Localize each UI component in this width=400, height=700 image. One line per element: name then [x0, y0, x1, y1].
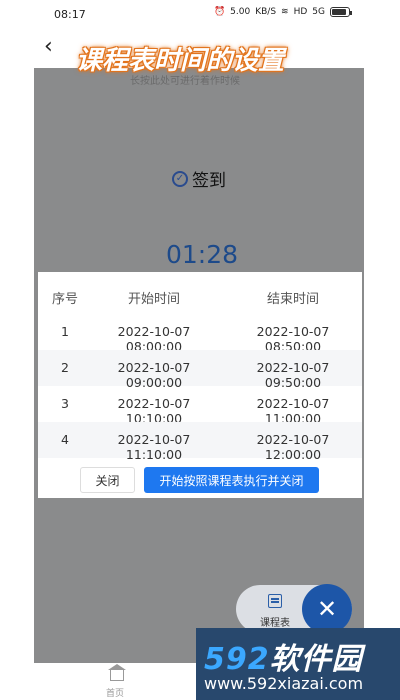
countdown-timer: 01:28 — [166, 240, 239, 269]
home-tab-label[interactable]: 首页 — [106, 686, 124, 699]
table-row: 3 2022-10-07 10:10:00 2022-10-07 11:00:0… — [38, 386, 362, 426]
row-start: 2022-10-07 11:10:00 — [117, 432, 191, 462]
status-time: 08:17 — [54, 8, 86, 21]
table-header: 序号 开始时间 结束时间 — [38, 272, 362, 318]
overlay-title: 课程表时间的设置 — [76, 46, 285, 76]
schedule-dialog: 序号 开始时间 结束时间 1 2022-10-07 08:00:00 2022-… — [38, 272, 362, 498]
status-icons: ⏰ 5.00 KB/S ≋ HD 5G — [213, 7, 352, 17]
alarm-icon: ⏰ — [213, 7, 226, 17]
row-index: 4 — [61, 432, 69, 447]
row-index: 2 — [61, 360, 69, 375]
sign-in-label: 签到 — [192, 171, 226, 191]
back-arrow-icon[interactable]: ‹ — [44, 36, 53, 58]
close-button[interactable]: 关闭 — [80, 467, 135, 493]
table-row: 4 2022-10-07 11:10:00 2022-10-07 12:00:0… — [38, 422, 362, 462]
table-row: 2 2022-10-07 09:00:00 2022-10-07 09:50:0… — [38, 350, 362, 390]
schedule-fab-label[interactable]: 课程表 — [260, 614, 290, 629]
bottom-nav — [0, 663, 200, 700]
status-bar: 08:17 ⏰ 5.00 KB/S ≋ HD 5G — [0, 0, 400, 28]
watermark-logo: 592软件园 www.592xiazai.com — [196, 628, 400, 700]
header-index: 序号 — [51, 292, 78, 307]
watermark-brand: 592软件园 — [204, 642, 363, 677]
speed-unit: KB/S — [255, 7, 277, 17]
speed-readout: 5.00 — [230, 7, 251, 17]
row-index: 3 — [61, 396, 69, 411]
watermark-url: www.592xiazai.com — [204, 674, 364, 693]
close-icon: ✕ — [316, 595, 338, 623]
close-fab-button[interactable]: ✕ — [302, 584, 352, 634]
header-end: 结束时间 — [266, 292, 319, 307]
schedule-list-icon[interactable] — [268, 594, 282, 608]
battery-icon — [330, 7, 352, 17]
wifi-icon: ≋ — [281, 7, 289, 17]
sign-in-row[interactable]: ✓ 签到 — [172, 166, 226, 191]
battery-fill — [332, 9, 346, 15]
signal-icon: 5G — [312, 7, 325, 17]
table-row: 1 2022-10-07 08:00:00 2022-10-07 08:50:0… — [38, 314, 362, 354]
home-icon[interactable] — [110, 669, 124, 681]
start-schedule-button[interactable]: 开始按照课程表执行并关闭 — [144, 467, 319, 493]
header-start: 开始时间 — [127, 292, 180, 307]
row-index: 1 — [61, 324, 69, 339]
check-circle-icon: ✓ — [172, 170, 188, 187]
hd-badge: HD — [293, 7, 308, 17]
row-end: 2022-10-07 12:00:00 — [256, 432, 330, 462]
